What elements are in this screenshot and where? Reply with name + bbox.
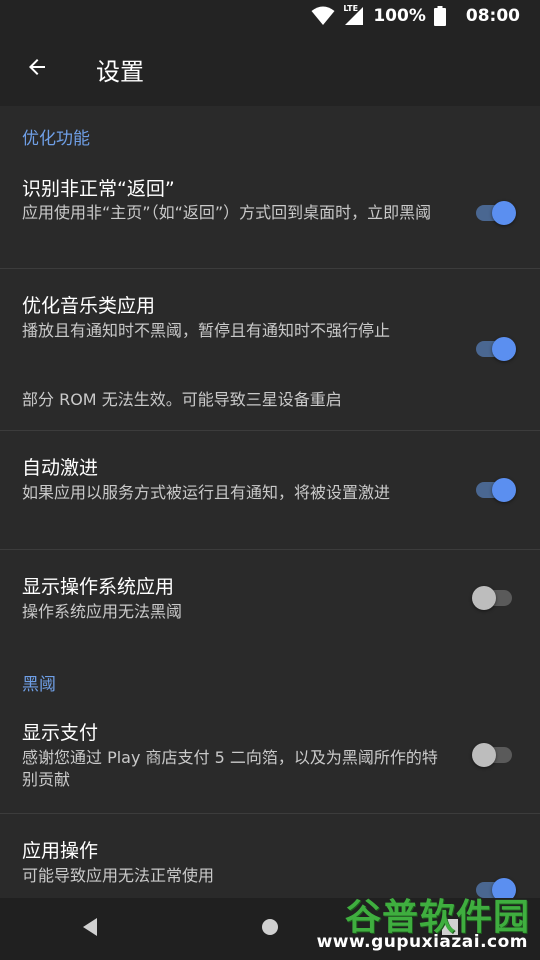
pref-summary: 可能导致应用无法正常使用 [22, 866, 215, 885]
pref-summary: 应用使用非“主页”（如“返回”）方式回到桌面时，立即黑阈 [22, 203, 432, 222]
back-button[interactable] [0, 32, 74, 106]
toggle-switch[interactable] [472, 195, 516, 231]
pref-note: 部分 ROM 无法生效。可能导致三星设备重启 [22, 390, 342, 409]
app-bar: 设置 [0, 32, 540, 106]
pref-title: 应用操作 [22, 840, 99, 862]
pref-item-auto-aggressive[interactable]: 自动激进 如果应用以服务方式被运行且有通知，将被设置激进 [0, 431, 540, 549]
network-type-label: LTE [343, 4, 359, 13]
pref-title: 显示支付 [22, 722, 99, 744]
pref-item-optimize-music-apps[interactable]: 优化音乐类应用 播放且有通知时不黑阈，暂停且有通知时不强行停止 部分 ROM 无… [0, 269, 540, 430]
section-header-optimization: 优化功能 [22, 129, 90, 149]
switch-thumb [472, 743, 496, 767]
watermark-url: www.gupuxiazai.com [316, 932, 528, 952]
signal-icon: LTE [343, 4, 365, 26]
switch-thumb [492, 201, 516, 225]
pref-title: 识别非正常“返回” [22, 178, 175, 200]
pref-summary: 操作系统应用无法黑阈 [22, 602, 183, 621]
switch-thumb [492, 337, 516, 361]
nav-back-button[interactable] [60, 899, 120, 959]
page-title: 设置 [96, 57, 144, 86]
pref-item-app-ops[interactable]: 应用操作 可能导致应用无法正常使用 [0, 814, 540, 898]
nav-home-button[interactable] [240, 899, 300, 959]
pref-summary: 播放且有通知时不黑阈，暂停且有通知时不强行停止 [22, 321, 391, 340]
battery-icon [433, 6, 446, 26]
toggle-switch[interactable] [472, 580, 516, 616]
settings-list[interactable]: 优化功能 识别非正常“返回” 应用使用非“主页”（如“返回”）方式回到桌面时，立… [0, 106, 540, 898]
watermark: 谷普软件园 www.gupuxiazai.com [292, 888, 532, 956]
pref-title: 自动激进 [22, 457, 99, 479]
pref-summary: 感谢您通过 Play 商店支付 5 二向箔，以及为黑阈所作的特别贡献 [22, 748, 438, 789]
wifi-icon [311, 6, 335, 26]
pref-item-show-system-apps[interactable]: 显示操作系统应用 操作系统应用无法黑阈 [0, 550, 540, 642]
status-time: 08:00 [465, 6, 520, 26]
section-header-heiyu: 黑阈 [22, 675, 56, 695]
toggle-switch[interactable] [472, 331, 516, 367]
switch-thumb [472, 586, 496, 610]
nav-home-icon [260, 917, 280, 941]
toggle-switch[interactable] [472, 472, 516, 508]
pref-title: 优化音乐类应用 [22, 295, 156, 317]
arrow-back-icon [25, 55, 49, 83]
pref-title: 显示操作系统应用 [22, 576, 175, 598]
toggle-switch[interactable] [472, 737, 516, 773]
switch-thumb [492, 478, 516, 502]
status-bar: LTE 100% 08:00 [0, 0, 540, 32]
pref-item-show-payment[interactable]: 显示支付 感谢您通过 Play 商店支付 5 二向箔，以及为黑阈所作的特别贡献 [0, 706, 540, 813]
pref-summary: 如果应用以服务方式被运行且有通知，将被设置激进 [22, 483, 391, 502]
nav-back-icon [81, 917, 99, 941]
pref-item-detect-abnormal-back[interactable]: 识别非正常“返回” 应用使用非“主页”（如“返回”）方式回到桌面时，立即黑阈 [0, 162, 540, 268]
battery-percent: 100% [373, 6, 426, 26]
